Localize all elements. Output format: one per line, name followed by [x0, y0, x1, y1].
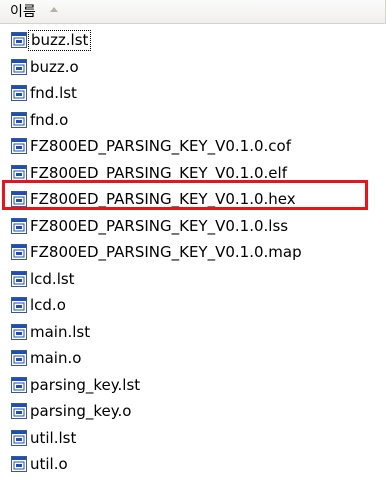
- file-icon: [11, 270, 27, 287]
- file-name: main.lst: [30, 322, 91, 341]
- file-icon: [11, 429, 27, 446]
- file-name: lcd.lst: [30, 269, 75, 288]
- file-name: fnd.lst: [30, 84, 77, 102]
- file-icon: [11, 244, 27, 260]
- file-name: lcd.o: [30, 296, 66, 314]
- file-row[interactable]: parsing_key.lst: [0, 373, 386, 400]
- file-row[interactable]: FZ800ED_PARSING_KEY_V0.1.0.cof: [0, 134, 386, 161]
- file-name: fnd.o: [30, 110, 69, 129]
- file-icon: [11, 32, 27, 48]
- file-row[interactable]: lcd.lst: [0, 267, 386, 294]
- file-icon: [11, 456, 27, 472]
- file-list: buzz.lst buzz.o fnd.lst fnd.o FZ800ED_PARSIN…: [0, 28, 386, 479]
- file-icon: [11, 138, 27, 154]
- file-icon: [11, 85, 27, 101]
- file-row[interactable]: util.o: [0, 452, 386, 479]
- file-name: buzz.o: [30, 57, 79, 76]
- file-row[interactable]: buzz.o: [0, 55, 386, 82]
- file-name: FZ800ED_PARSING_KEY_V0.1.0.map: [30, 243, 302, 261]
- sort-ascending-icon: [50, 7, 58, 12]
- file-row[interactable]: FZ800ED_PARSING_KEY_V0.1.0.hex: [0, 187, 386, 214]
- file-icon: [11, 403, 27, 419]
- file-icon: [11, 111, 27, 128]
- file-icon: [11, 376, 27, 393]
- file-icon: [11, 58, 27, 75]
- file-row[interactable]: parsing_key.o: [0, 399, 386, 426]
- file-icon: [11, 164, 27, 181]
- file-name: FZ800ED_PARSING_KEY_V0.1.0.elf: [30, 163, 287, 182]
- file-row[interactable]: fnd.lst: [0, 81, 386, 108]
- file-icon: [11, 217, 27, 234]
- file-row[interactable]: util.lst: [0, 426, 386, 453]
- file-row[interactable]: buzz.lst: [0, 28, 386, 55]
- file-name: parsing_key.o: [30, 402, 132, 420]
- file-name: util.lst: [30, 428, 77, 447]
- file-name: FZ800ED_PARSING_KEY_V0.1.0.hex: [30, 190, 296, 208]
- file-row[interactable]: fnd.o: [0, 108, 386, 135]
- file-icon: [11, 297, 27, 313]
- file-row[interactable]: main.o: [0, 346, 386, 373]
- file-icon: [11, 323, 27, 340]
- file-row[interactable]: FZ800ED_PARSING_KEY_V0.1.0.elf: [0, 161, 386, 188]
- name-column-label[interactable]: 이름: [10, 3, 36, 21]
- file-name: parsing_key.lst: [30, 375, 141, 394]
- file-row[interactable]: FZ800ED_PARSING_KEY_V0.1.0.map: [0, 240, 386, 267]
- file-name: util.o: [30, 455, 68, 473]
- file-name: buzz.lst: [27, 30, 92, 51]
- file-name: FZ800ED_PARSING_KEY_V0.1.0.cof: [30, 137, 291, 155]
- column-header[interactable]: 이름: [0, 0, 386, 24]
- file-row[interactable]: lcd.o: [0, 293, 386, 320]
- file-icon: [11, 191, 27, 207]
- file-row[interactable]: main.lst: [0, 320, 386, 347]
- file-row[interactable]: FZ800ED_PARSING_KEY_V0.1.0.lss: [0, 214, 386, 241]
- file-icon: [11, 350, 27, 366]
- file-name: main.o: [30, 349, 82, 367]
- file-name: FZ800ED_PARSING_KEY_V0.1.0.lss: [30, 216, 289, 235]
